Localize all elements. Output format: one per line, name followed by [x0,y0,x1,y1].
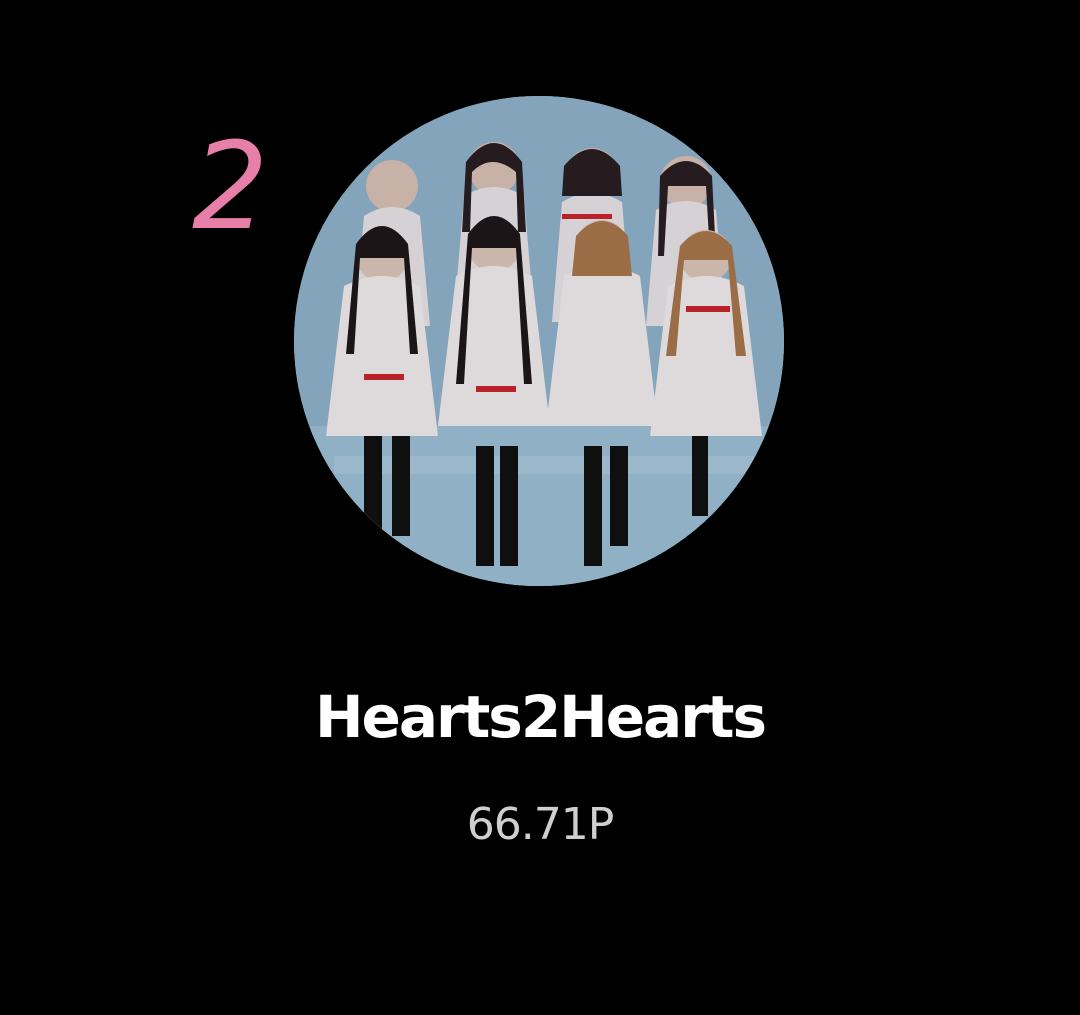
group-photo-illustration [294,96,784,586]
group-photo[interactable] [294,96,784,586]
points-value: 66.71P [466,799,615,850]
rank-number: 2 [192,118,269,257]
group-name: Hearts2Hearts [314,683,767,751]
